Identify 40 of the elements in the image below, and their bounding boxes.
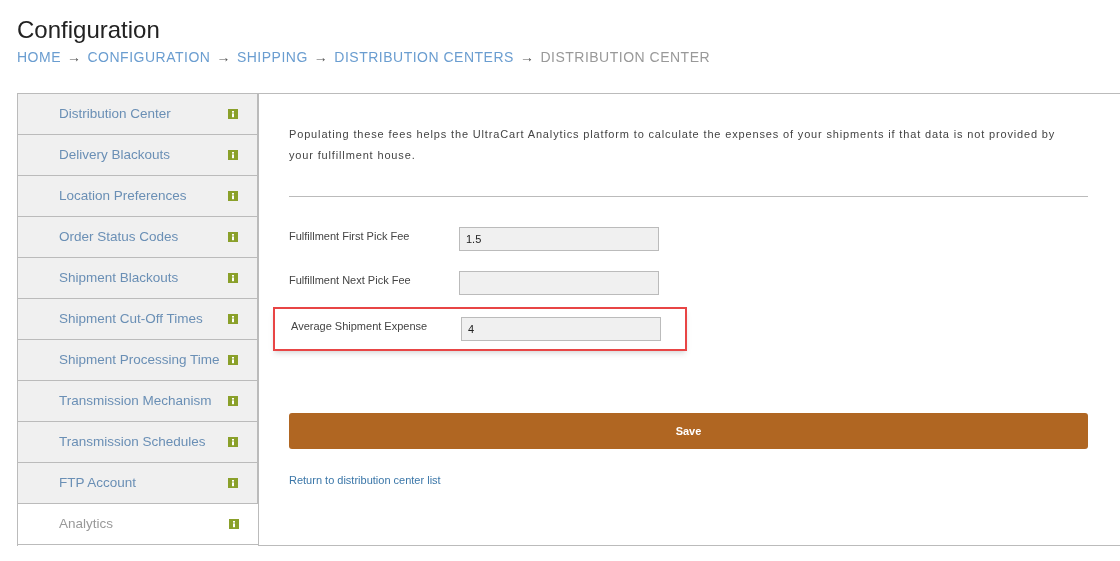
sidebar-item[interactable]: Distribution Center — [18, 94, 258, 135]
field-label: Average Shipment Expense — [291, 319, 429, 334]
page-title: Configuration — [17, 15, 160, 45]
save-button[interactable]: Save — [289, 413, 1088, 449]
intro-text: Populating these fees helps the UltraCart Analytics platform to calculate the expenses of your shipments if that data is not provided by your fulfillment house. — [289, 127, 1057, 163]
info-icon — [228, 273, 238, 283]
info-icon — [228, 109, 238, 119]
sidebar-item[interactable]: Shipment Cut-Off Times — [18, 299, 258, 340]
input-field[interactable]: 1.5 — [459, 227, 659, 251]
return-link[interactable]: Return to distribution center list — [289, 474, 441, 486]
sidebar-item[interactable]: Transmission Schedules — [18, 422, 258, 463]
info-icon — [228, 437, 238, 447]
info-icon — [228, 314, 238, 324]
breadcrumb-separator: → — [519, 47, 535, 67]
breadcrumb-link[interactable]: DISTRIBUTION CENTERS — [334, 46, 514, 68]
input-field[interactable] — [459, 271, 659, 295]
breadcrumb-link[interactable]: HOME — [17, 46, 61, 68]
info-icon — [228, 191, 238, 201]
sidebar-item[interactable]: Location Preferences — [18, 176, 258, 217]
breadcrumb-separator: → — [313, 47, 329, 67]
breadcrumb-current: DISTRIBUTION CENTER — [540, 47, 711, 67]
info-icon — [228, 396, 238, 406]
breadcrumb-link[interactable]: CONFIGURATION — [87, 46, 211, 68]
info-icon — [228, 150, 238, 160]
breadcrumb-separator: → — [67, 47, 82, 67]
sidebar-item[interactable]: Transmission Mechanism — [18, 381, 258, 422]
info-icon — [228, 355, 238, 365]
sidebar-item[interactable]: Shipment Blackouts — [18, 258, 258, 299]
info-icon — [228, 232, 238, 242]
input-field[interactable]: 4 — [461, 317, 661, 341]
field-label: Fulfillment First Pick Fee — [289, 229, 411, 244]
sidebar-item[interactable]: FTP Account — [18, 463, 258, 504]
sidebar-item[interactable]: Order Status Codes — [18, 217, 258, 258]
sidebar-item[interactable]: Delivery Blackouts — [18, 135, 258, 176]
field-label: Fulfillment Next Pick Fee — [289, 273, 412, 288]
info-icon — [229, 519, 239, 529]
breadcrumb-separator: → — [216, 47, 231, 67]
info-icon — [228, 478, 238, 488]
breadcrumb-link[interactable]: SHIPPING — [236, 46, 308, 68]
sidebar-item[interactable]: Shipment Processing Time — [18, 340, 258, 381]
